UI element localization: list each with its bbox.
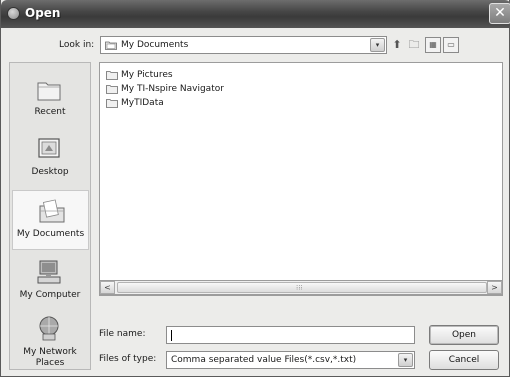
- file-name-label: File name:: [99, 329, 146, 339]
- up-one-level-icon[interactable]: ⬆: [389, 37, 405, 53]
- place-label: Desktop: [31, 167, 69, 177]
- look-in-value: My Documents: [121, 40, 189, 50]
- look-in-dropdown-arrow[interactable]: ▾: [370, 38, 385, 52]
- file-name: MyTIData: [121, 98, 164, 108]
- text-caret: [171, 330, 172, 341]
- scroll-grip-icon: ⁝⁝⁝: [296, 284, 303, 292]
- file-name: My TI-Nspire Navigator: [121, 84, 224, 94]
- place-label: My Documents: [16, 229, 85, 239]
- place-my-documents[interactable]: My Documents: [12, 190, 89, 250]
- look-in-dropdown[interactable]: My Documents ▾: [100, 36, 387, 54]
- close-button[interactable]: ✕: [489, 3, 510, 24]
- files-of-type-dropdown-arrow[interactable]: ▾: [398, 353, 413, 367]
- file-name: My Pictures: [121, 70, 173, 80]
- new-folder-icon[interactable]: 🗀: [406, 37, 422, 53]
- views-menu-icon[interactable]: ▦: [425, 37, 441, 53]
- folder-icon: [106, 71, 118, 80]
- recent-icon: [37, 82, 61, 101]
- place-network[interactable]: My Network Places: [10, 309, 90, 369]
- file-name-input[interactable]: [166, 326, 415, 344]
- open-button[interactable]: Open: [429, 325, 499, 345]
- open-dialog: Open ✕ Look in: My Documents ▾ ⬆ 🗀 ▦ ▭ R…: [0, 0, 510, 377]
- place-label: Recent: [34, 107, 66, 117]
- places-bar: Recent Desktop My Documents My Computer …: [9, 62, 91, 370]
- place-label: My Network Places: [23, 347, 77, 368]
- place-desktop[interactable]: Desktop: [10, 129, 90, 189]
- scroll-left-button[interactable]: <: [100, 281, 115, 294]
- horizontal-scrollbar[interactable]: < ⁝⁝⁝ >: [99, 280, 503, 295]
- my-documents-icon: [39, 199, 65, 223]
- place-recent[interactable]: Recent: [10, 69, 90, 129]
- scroll-thumb[interactable]: ⁝⁝⁝: [117, 282, 487, 293]
- file-list[interactable]: My Pictures My TI-Nspire Navigator MyTID…: [99, 62, 503, 296]
- cancel-button[interactable]: Cancel: [429, 350, 499, 370]
- files-of-type-value: Comma separated value Files(*.csv,*.txt): [171, 355, 357, 365]
- place-label: My Computer: [19, 290, 81, 300]
- app-icon: [7, 7, 20, 20]
- files-of-type-dropdown[interactable]: Comma separated value Files(*.csv,*.txt)…: [166, 351, 415, 369]
- my-computer-icon: [37, 260, 61, 284]
- files-of-type-label: Files of type:: [99, 354, 157, 364]
- folder-icon: [106, 99, 118, 108]
- look-in-label: Look in:: [59, 40, 95, 50]
- window-title: Open: [25, 6, 61, 20]
- details-view-icon[interactable]: ▭: [443, 37, 459, 53]
- desktop-icon: [38, 138, 60, 158]
- scroll-right-button[interactable]: >: [487, 281, 502, 294]
- my-documents-small-icon: [105, 41, 117, 50]
- folder-icon: [106, 85, 118, 94]
- title-bar[interactable]: Open ✕: [1, 0, 510, 28]
- place-my-computer[interactable]: My Computer: [10, 252, 90, 312]
- network-places-icon: [39, 316, 59, 341]
